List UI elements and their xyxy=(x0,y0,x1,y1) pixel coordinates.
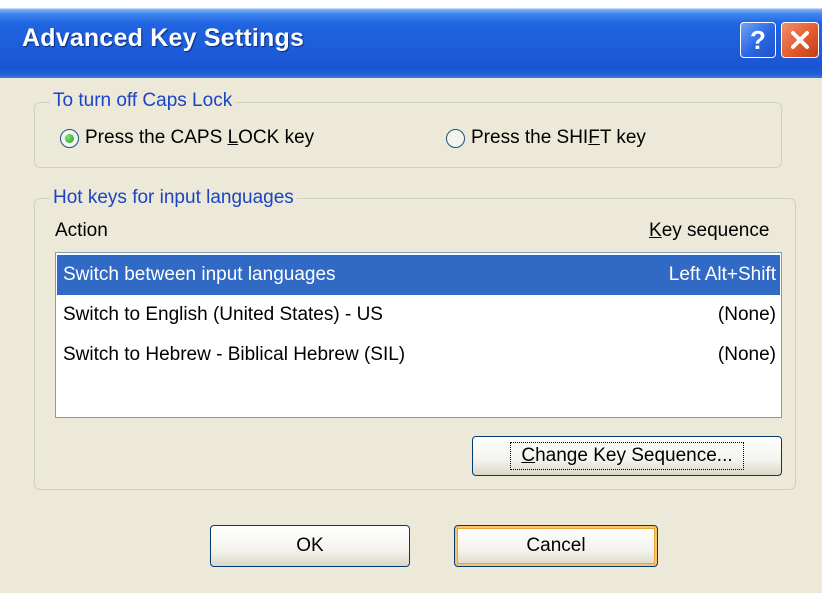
hotkey-sequence: Left Alt+Shift xyxy=(668,264,776,285)
ok-label: OK xyxy=(296,535,324,556)
cancel-button[interactable]: Cancel xyxy=(454,525,658,567)
advanced-key-settings-dialog: Advanced Key Settings ? To turn off Caps… xyxy=(0,0,822,593)
hotkey-sequence: (None) xyxy=(717,344,776,365)
column-header-action: Action xyxy=(55,220,108,241)
list-item[interactable]: Switch to Hebrew - Biblical Hebrew (SIL)… xyxy=(57,335,780,375)
title-bar[interactable]: Advanced Key Settings ? xyxy=(0,0,822,78)
column-header-key-sequence: Key sequence xyxy=(649,220,770,241)
radio-caps-lock-label: Press the CAPS LOCK key xyxy=(85,127,315,148)
help-button[interactable]: ? xyxy=(740,22,776,58)
hotkey-action: Switch between input languages xyxy=(63,264,336,285)
caps-lock-group-legend: To turn off Caps Lock xyxy=(50,91,236,111)
cancel-label: Cancel xyxy=(526,535,586,556)
close-button[interactable] xyxy=(781,22,819,58)
close-x-icon xyxy=(791,31,809,49)
list-item[interactable]: Switch to English (United States) - US (… xyxy=(57,295,780,335)
ok-button[interactable]: OK xyxy=(210,525,410,567)
hotkeys-group-legend: Hot keys for input languages xyxy=(50,188,297,208)
change-key-sequence-label: Change Key Sequence... xyxy=(510,442,744,470)
hotkey-action: Switch to Hebrew - Biblical Hebrew (SIL) xyxy=(63,344,406,365)
list-item[interactable]: Switch between input languages Left Alt+… xyxy=(57,255,780,295)
radio-shift-label: Press the SHIFT key xyxy=(471,127,646,148)
hotkey-list[interactable]: Switch between input languages Left Alt+… xyxy=(55,252,782,418)
dialog-title: Advanced Key Settings xyxy=(22,24,305,52)
radio-caps-lock-key[interactable]: Press the CAPS LOCK key xyxy=(60,128,314,148)
radio-button-selected[interactable] xyxy=(60,128,79,148)
hotkey-sequence: (None) xyxy=(717,304,776,325)
radio-shift-key[interactable]: Press the SHIFT key xyxy=(446,128,646,148)
hotkey-action: Switch to English (United States) - US xyxy=(63,304,383,325)
change-key-sequence-button[interactable]: Change Key Sequence... xyxy=(472,436,782,476)
help-icon: ? xyxy=(750,24,766,55)
radio-button-unselected[interactable] xyxy=(446,128,465,148)
